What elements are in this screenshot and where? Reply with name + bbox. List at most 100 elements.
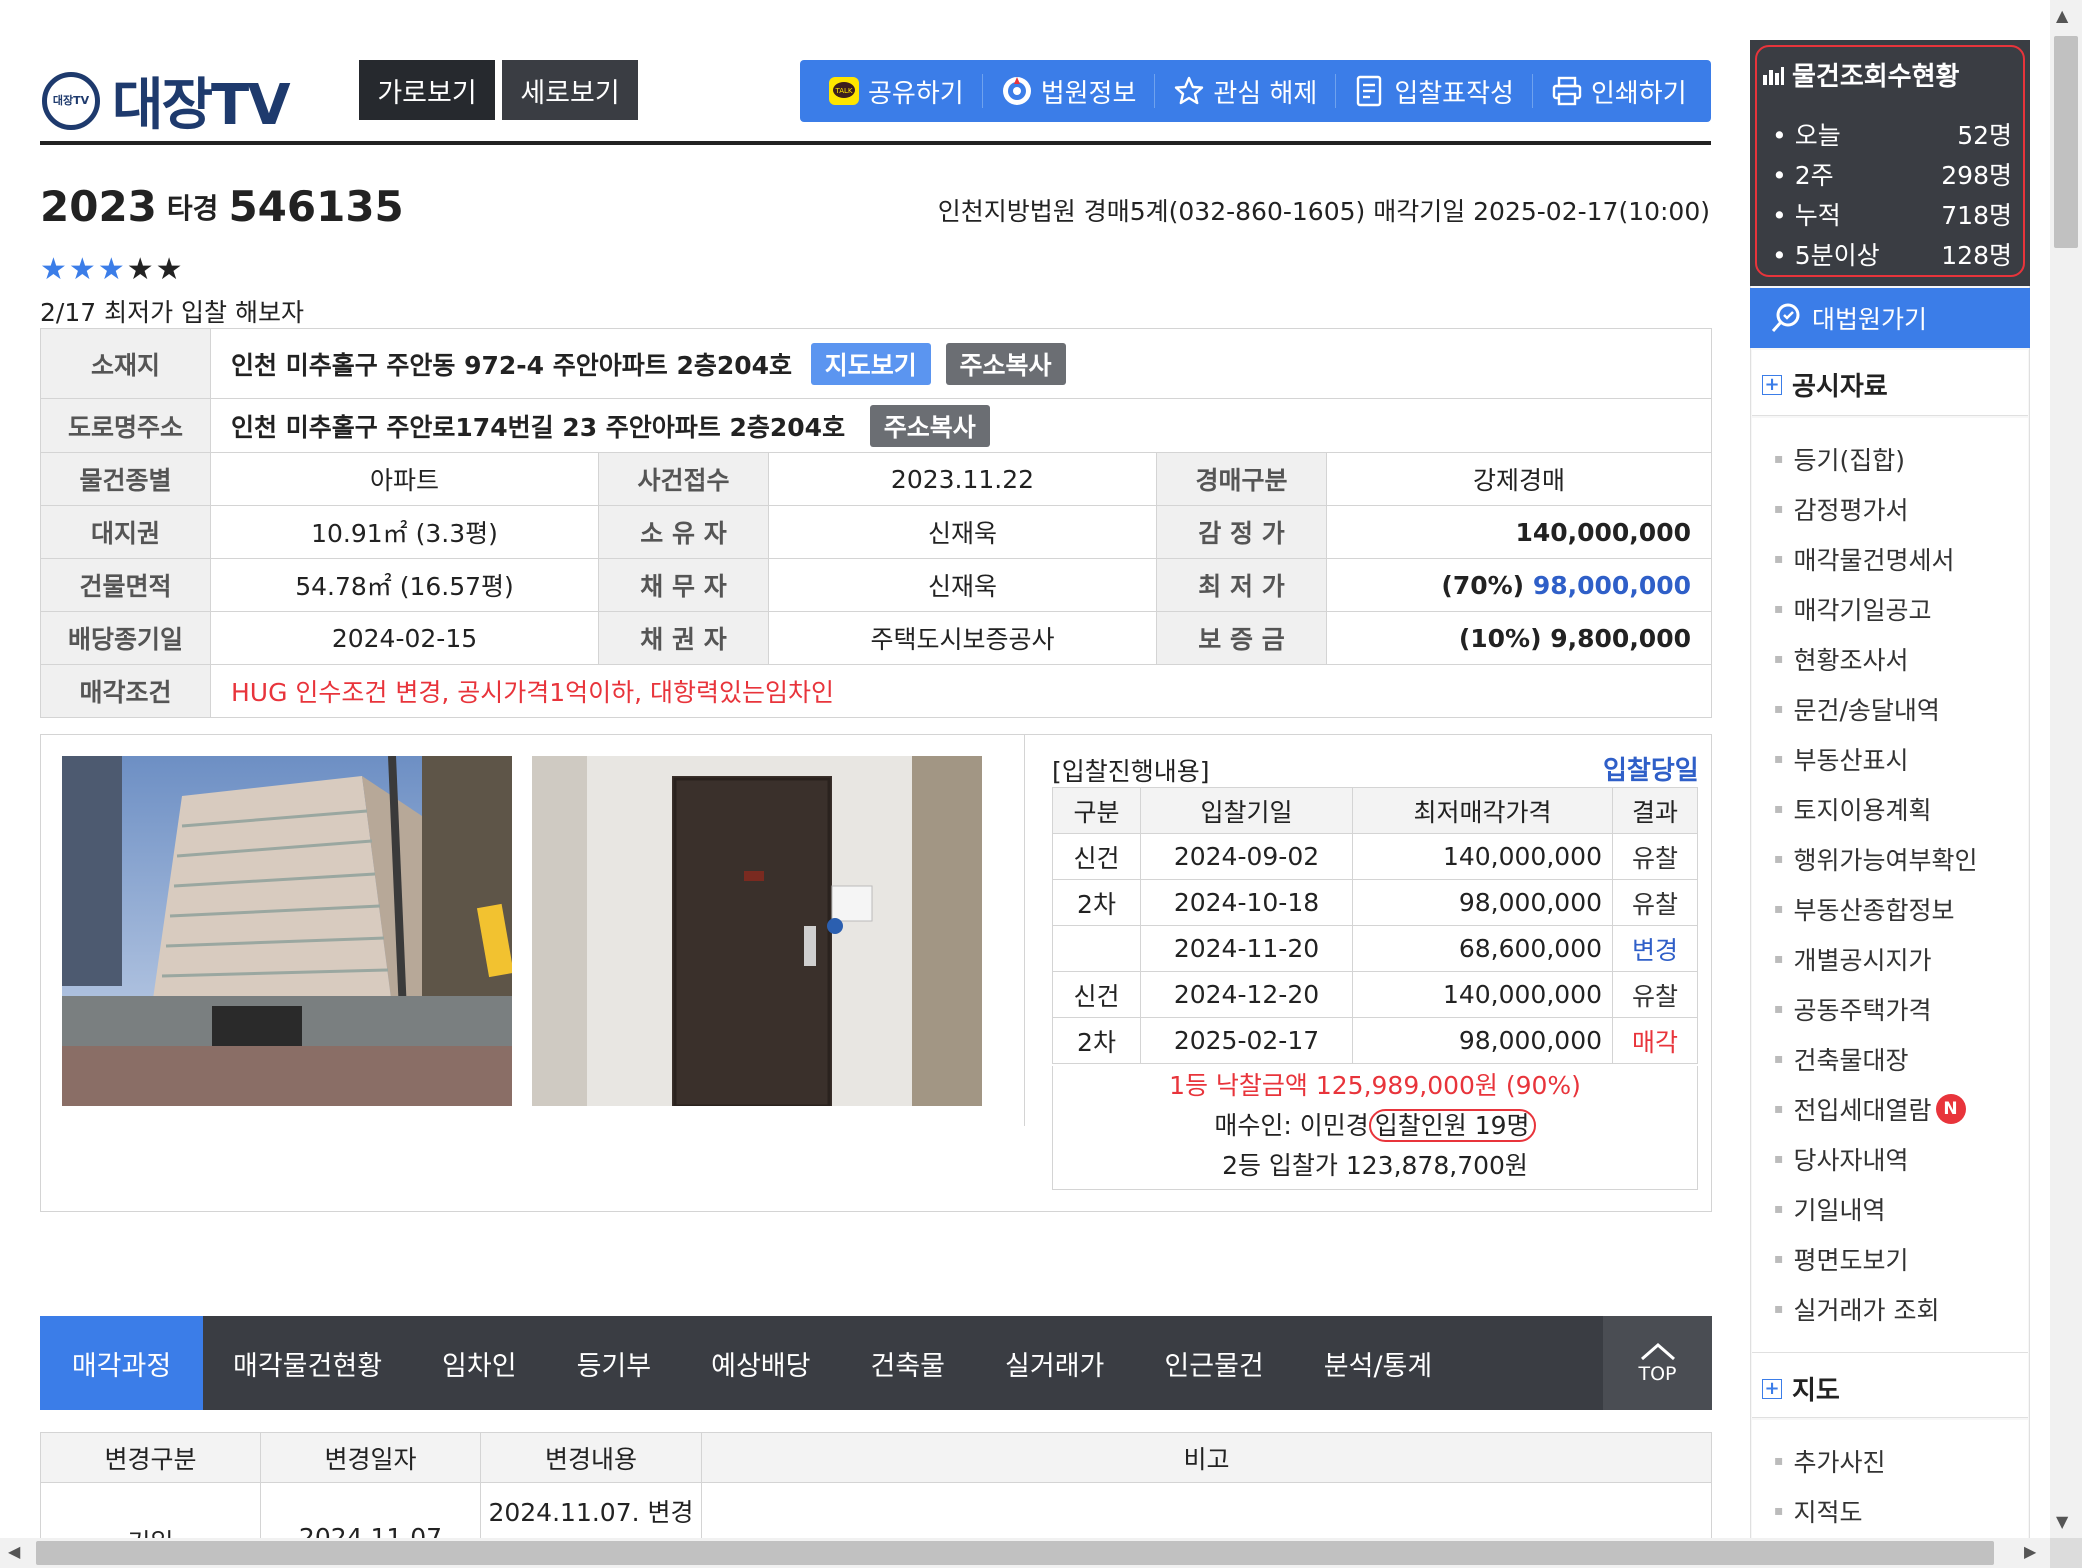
sidebar-item[interactable]: ▪ 현황조사서 bbox=[1774, 634, 2028, 684]
view-horizontal-button[interactable]: 가로보기 bbox=[359, 60, 495, 120]
sidebar-item[interactable]: ▪ 평면도보기 bbox=[1774, 1234, 2028, 1284]
minimum-price-cell: (70%) 98,000,000 bbox=[1326, 558, 1712, 612]
sidebar-item-label: 공동주택가격 bbox=[1793, 996, 1932, 1025]
tab-real-price[interactable]: 실거래가 bbox=[975, 1316, 1134, 1410]
minimum-price-pct: (70%) bbox=[1441, 570, 1525, 600]
unit-door-photo[interactable] bbox=[532, 756, 982, 1106]
stat-label: • 누적 bbox=[1772, 201, 1841, 230]
supreme-court-button[interactable]: 대법원가기 bbox=[1750, 288, 2030, 348]
bid-history-header: 구분 입찰기일 최저매각가격 결과 bbox=[1052, 787, 1698, 834]
sidebar-item[interactable]: ▪ 행위가능여부확인 bbox=[1774, 834, 2028, 884]
bullet-icon: ▪ bbox=[1774, 1251, 1784, 1267]
copy-road-address-button[interactable]: 주소복사 bbox=[869, 404, 990, 447]
road-address-row: 도로명주소 인천 미추홀구 주안로174번길 23 주안아파트 2층204호 주… bbox=[40, 398, 1712, 453]
vertical-scroll-thumb[interactable] bbox=[2054, 36, 2078, 248]
tab-tenants[interactable]: 임차인 bbox=[412, 1316, 547, 1410]
bullet-icon: ▪ bbox=[1774, 1201, 1784, 1217]
chevron-up-icon bbox=[1640, 1343, 1675, 1361]
scroll-top-button[interactable]: TOP bbox=[1603, 1316, 1712, 1410]
tab-analysis[interactable]: 분석/통계 bbox=[1294, 1316, 1462, 1410]
share-label: 공유하기 bbox=[868, 78, 964, 109]
case-no: 546135 bbox=[228, 182, 404, 231]
sidebar-item[interactable]: ▪ 감정평가서 bbox=[1774, 484, 2028, 534]
column-header: 변경구분 bbox=[40, 1432, 261, 1483]
sidebar-item-label: 실거래가 조회 bbox=[1793, 1296, 1940, 1325]
sidebar-item[interactable]: ▪ 개별공시지가 bbox=[1774, 934, 2028, 984]
bid-form-button[interactable]: 입찰표작성 bbox=[1336, 74, 1533, 109]
tab-nearby[interactable]: 인근물건 bbox=[1134, 1316, 1293, 1410]
sidebar-item-cadastral-map[interactable]: ▪ 지적도 bbox=[1774, 1486, 2028, 1536]
share-button[interactable]: TALK 공유하기 bbox=[810, 74, 983, 109]
court-info-label: 법원정보 bbox=[1040, 78, 1137, 109]
stat-row: • 오늘 52명 bbox=[1772, 114, 2012, 154]
condition-label: 매각조건 bbox=[40, 664, 211, 718]
case-year: 2023 bbox=[40, 182, 157, 231]
sidebar-item[interactable]: ▪ 건축물대장 bbox=[1774, 1034, 2028, 1084]
table-row: 신건 2024-12-20 140,000,000 유찰 bbox=[1052, 971, 1698, 1018]
map-section-header[interactable]: + 지도 bbox=[1762, 1370, 1840, 1407]
panel-divider bbox=[1024, 734, 1025, 1126]
sidebar-item[interactable]: ▪ 부동산표시 bbox=[1774, 734, 2028, 784]
unfavorite-button[interactable]: 관심 해제 bbox=[1155, 74, 1337, 109]
sidebar-item[interactable]: ▪ 실거래가 조회 bbox=[1774, 1284, 2028, 1334]
deposit-value: (10%) 9,800,000 bbox=[1326, 611, 1712, 665]
road-address-text: 인천 미추홀구 주안로174번길 23 주안아파트 2층204호 bbox=[231, 412, 846, 442]
table-row: 신건 2024-09-02 140,000,000 유찰 bbox=[1052, 833, 1698, 880]
notice-title: 공시자료 bbox=[1792, 372, 1888, 402]
scroll-up-arrow-icon[interactable]: ▲ bbox=[2056, 6, 2068, 25]
tab-registry[interactable]: 등기부 bbox=[547, 1316, 682, 1410]
condition-row: 매각조건 HUG 인수조건 변경, 공시가격1억이하, 대항력있는임차인 bbox=[40, 664, 1712, 718]
column-header: 결과 bbox=[1612, 787, 1698, 834]
sidebar-item-label: 부동산표시 bbox=[1793, 746, 1909, 775]
map-view-button[interactable]: 지도보기 bbox=[810, 342, 931, 385]
bid-date-cell: 2024-12-20 bbox=[1140, 971, 1353, 1018]
info-label: 소 유 자 bbox=[598, 505, 769, 559]
sidebar-item[interactable]: ▪ 공동주택가격 bbox=[1774, 984, 2028, 1034]
bullet-icon: ▪ bbox=[1774, 601, 1784, 617]
sidebar-item-label: 부동산종합정보 bbox=[1793, 896, 1955, 925]
court-icon bbox=[1001, 75, 1033, 107]
tab-property-status[interactable]: 매각물건현황 bbox=[203, 1316, 412, 1410]
action-toolbar: TALK 공유하기 법원정보 관심 해제 입찰표작성 인쇄하기 bbox=[800, 60, 1711, 122]
tab-expected-dividend[interactable]: 예상배당 bbox=[681, 1316, 840, 1410]
copy-address-button[interactable]: 주소복사 bbox=[945, 342, 1066, 385]
sidebar-item[interactable]: ▪ 기일내역 bbox=[1774, 1184, 2028, 1234]
info-label: 경매구분 bbox=[1156, 452, 1327, 506]
bidder-count: 입찰인원 19명 bbox=[1368, 1109, 1536, 1142]
sidebar-item[interactable]: ▪ 당사자내역 bbox=[1774, 1134, 2028, 1184]
print-button[interactable]: 인쇄하기 bbox=[1533, 74, 1705, 109]
horizontal-scroll-thumb[interactable] bbox=[36, 1541, 1994, 1565]
column-header: 변경내용 bbox=[480, 1432, 702, 1483]
bid-kind-cell: 2차 bbox=[1052, 1017, 1141, 1064]
building-exterior-photo[interactable] bbox=[62, 756, 512, 1106]
rating-stars[interactable]: ★ ★ ★ ★ ★ bbox=[40, 252, 185, 287]
tab-building[interactable]: 건축물 bbox=[840, 1316, 975, 1410]
sidebar-item-label: 개별공시지가 bbox=[1793, 946, 1932, 975]
scroll-right-arrow-icon[interactable]: ▶ bbox=[2024, 1542, 2036, 1561]
sidebar-item[interactable]: ▪ 등기(집합) bbox=[1774, 434, 2028, 484]
notice-list: ▪ 등기(집합) ▪ 감정평가서 ▪ 매각물건명세서 ▪ 매각기일공고 ▪ 현황조사서 ▪ 문건/송달… bbox=[1752, 418, 2028, 1353]
buyer-line: 매수인: 이민경 입찰인원 19명 bbox=[1053, 1106, 1697, 1146]
court-info-button[interactable]: 법원정보 bbox=[983, 74, 1156, 109]
tab-sale-process[interactable]: 매각과정 bbox=[40, 1316, 203, 1410]
star-filled-icon: ★ bbox=[40, 252, 69, 287]
notice-section-header[interactable]: + 공시자료 bbox=[1762, 366, 1888, 403]
bid-result-cell: 매각 bbox=[1612, 1017, 1698, 1064]
stat-value: 128명 bbox=[1941, 241, 2012, 270]
sidebar-item[interactable]: ▪ 매각기일공고 bbox=[1774, 584, 2028, 634]
sidebar-item[interactable]: ▪ 문건/송달내역 bbox=[1774, 684, 2028, 734]
scroll-down-arrow-icon[interactable]: ▼ bbox=[2056, 1512, 2068, 1531]
stat-label: • 오늘 bbox=[1772, 121, 1841, 150]
sidebar-item[interactable]: ▪ 부동산종합정보 bbox=[1774, 884, 2028, 934]
logo[interactable]: 대장TV 대장TV bbox=[42, 60, 291, 141]
view-vertical-button[interactable]: 세로보기 bbox=[502, 60, 638, 120]
stat-value: 52명 bbox=[1957, 121, 2012, 150]
sidebar-item-extra-photos[interactable]: ▪ 추가사진 bbox=[1774, 1436, 2028, 1486]
sidebar-item[interactable]: ▪ 매각물건명세서 bbox=[1774, 534, 2028, 584]
bid-day-link[interactable]: 입찰당일 bbox=[1603, 750, 1699, 787]
sidebar-item[interactable]: ▪ 전입세대열람 N bbox=[1774, 1084, 2028, 1134]
scroll-left-arrow-icon[interactable]: ◀ bbox=[8, 1542, 20, 1561]
sidebar-item[interactable]: ▪ 토지이용계획 bbox=[1774, 784, 2028, 834]
bullet-icon: ▪ bbox=[1774, 1101, 1784, 1117]
info-label: 채 무 자 bbox=[598, 558, 769, 612]
